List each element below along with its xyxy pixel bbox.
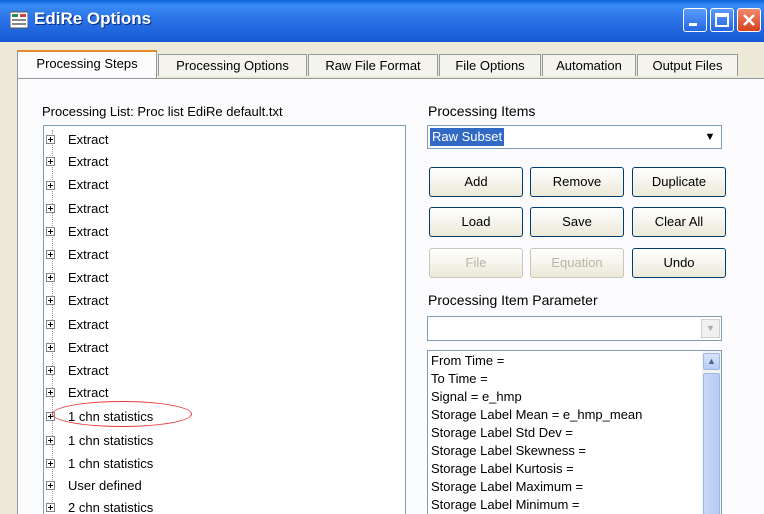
parameter-line: Storage Label Skewness = [431,443,587,458]
scroll-up-icon[interactable]: ▲ [703,353,720,370]
expand-icon[interactable] [46,436,55,445]
expand-icon[interactable] [46,296,55,305]
dropdown-arrow-icon[interactable]: ▼ [700,127,720,147]
expand-icon[interactable] [46,481,55,490]
expand-icon[interactable] [46,388,55,397]
tab-raw-file-format[interactable]: Raw File Format [308,54,438,76]
parameter-line: From Time = [431,353,505,368]
app-icon [10,11,28,29]
parameter-line: Signal = e_hmp [431,389,522,404]
parameter-line: Storage Label Kurtosis = [431,461,574,476]
scroll-thumb[interactable] [703,373,720,514]
window-title: EdiRe Options [34,9,152,28]
parameter-text-area[interactable]: From Time = To Time = Signal = e_hmp Sto… [427,350,722,514]
parameter-line: Storage Label Std Dev = [431,425,574,440]
minimize-button[interactable] [683,8,707,32]
parameter-label: Processing Item Parameter [428,292,598,308]
parameter-line: Storage Label Maximum = [431,479,584,494]
tab-processing-options[interactable]: Processing Options [158,54,307,76]
expand-icon[interactable] [46,135,55,144]
expand-icon[interactable] [46,227,55,236]
remove-button[interactable]: Remove [530,167,624,197]
processing-list-tree[interactable]: Extract Extract Extract Extract Extract … [43,125,406,514]
tab-output-files[interactable]: Output Files [637,54,738,76]
parameter-line: To Time = [431,371,488,386]
processing-items-select[interactable]: Raw Subset ▼ [427,125,722,149]
expand-icon[interactable] [46,503,55,512]
duplicate-button[interactable]: Duplicate [632,167,726,197]
maximize-button[interactable] [710,8,734,32]
minimize-icon [689,23,697,26]
expand-icon[interactable] [46,157,55,166]
processing-list-label: Processing List: Proc list EdiRe default… [42,104,283,119]
parameter-line: Storage Label Minimum = [431,497,580,512]
expand-icon[interactable] [46,459,55,468]
expand-icon[interactable] [46,204,55,213]
tab-automation[interactable]: Automation [542,54,636,76]
processing-items-label: Processing Items [428,103,536,119]
expand-icon[interactable] [46,250,55,259]
tab-processing-steps[interactable]: Processing Steps [17,50,157,78]
tab-strip: Processing Steps Processing Options Raw … [0,48,764,78]
highlight-circle [52,401,192,427]
add-button[interactable]: Add [429,167,523,197]
title-bar: EdiRe Options [0,0,764,42]
equation-button[interactable]: Equation [530,248,624,278]
file-button[interactable]: File [429,248,523,278]
clear-all-button[interactable]: Clear All [632,207,726,237]
processing-items-value: Raw Subset [430,128,505,146]
load-button[interactable]: Load [429,207,523,237]
tab-file-options[interactable]: File Options [439,54,541,76]
vertical-scrollbar[interactable]: ▲ [702,351,721,514]
dropdown-arrow-icon[interactable]: ▼ [701,319,720,338]
close-button[interactable] [737,8,761,32]
expand-icon[interactable] [46,181,55,190]
parameter-line: Storage Label Mean = e_hmp_mean [431,407,643,422]
save-button[interactable]: Save [530,207,624,237]
expand-icon[interactable] [46,366,55,375]
maximize-icon [715,13,729,27]
undo-button[interactable]: Undo [632,248,726,278]
expand-icon[interactable] [46,343,55,352]
close-icon [743,14,755,26]
expand-icon[interactable] [46,320,55,329]
expand-icon[interactable] [46,273,55,282]
parameter-select[interactable]: ▼ [427,316,722,341]
